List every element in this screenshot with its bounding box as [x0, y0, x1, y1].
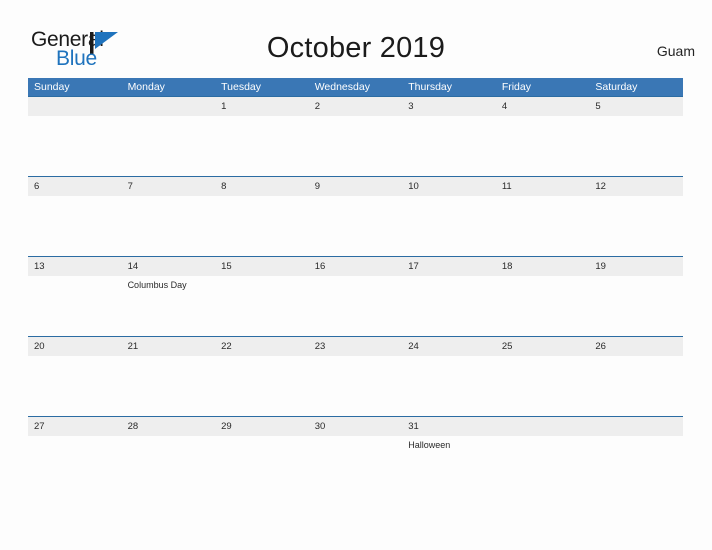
day-number[interactable]: 30 — [309, 417, 403, 436]
day-number[interactable]: 17 — [402, 257, 496, 276]
day-number[interactable]: 15 — [215, 257, 309, 276]
calendar-week-row: 6 7 8 9 10 11 12 — [28, 176, 683, 256]
weekday-saturday: Saturday — [595, 81, 638, 93]
day-number[interactable] — [589, 417, 683, 436]
day-number[interactable]: 24 — [402, 337, 496, 356]
day-number[interactable]: 7 — [122, 177, 216, 196]
weekday-header-row: Sunday Monday Tuesday Wednesday Thursday… — [28, 78, 683, 96]
day-number[interactable]: 28 — [122, 417, 216, 436]
day-number[interactable]: 2 — [309, 97, 403, 116]
week-daynumber-band: 20 21 22 23 24 25 26 — [28, 336, 683, 356]
day-cell[interactable]: Halloween — [402, 436, 496, 496]
day-event-label: Columbus Day — [127, 280, 187, 290]
weekday-wednesday: Wednesday — [314, 81, 370, 93]
day-cell[interactable] — [215, 276, 309, 336]
day-cell[interactable]: Columbus Day — [122, 276, 216, 336]
day-cell[interactable] — [122, 356, 216, 416]
day-number[interactable] — [28, 97, 122, 116]
day-cell[interactable] — [215, 116, 309, 176]
day-number[interactable]: 23 — [309, 337, 403, 356]
day-number[interactable]: 6 — [28, 177, 122, 196]
week-event-body — [28, 356, 683, 416]
day-number[interactable]: 31 — [402, 417, 496, 436]
day-cell[interactable] — [28, 276, 122, 336]
day-cell[interactable] — [28, 436, 122, 496]
day-cell[interactable] — [496, 196, 590, 256]
weekday-monday: Monday — [127, 81, 165, 93]
day-number[interactable] — [122, 97, 216, 116]
day-cell[interactable] — [122, 436, 216, 496]
day-number[interactable]: 20 — [28, 337, 122, 356]
day-cell[interactable] — [589, 276, 683, 336]
week-daynumber-band: 27 28 29 30 31 — [28, 416, 683, 436]
day-cell[interactable] — [402, 276, 496, 336]
day-cell[interactable] — [122, 196, 216, 256]
calendar-grid: Sunday Monday Tuesday Wednesday Thursday… — [28, 78, 683, 496]
day-cell[interactable] — [496, 356, 590, 416]
day-cell[interactable] — [402, 196, 496, 256]
day-number[interactable] — [496, 417, 590, 436]
day-number[interactable]: 13 — [28, 257, 122, 276]
weekday-tuesday: Tuesday — [221, 81, 262, 93]
day-number[interactable]: 14 — [122, 257, 216, 276]
day-cell[interactable] — [496, 276, 590, 336]
day-cell[interactable] — [309, 196, 403, 256]
day-number[interactable]: 8 — [215, 177, 309, 196]
day-cell[interactable] — [122, 116, 216, 176]
day-cell[interactable] — [215, 436, 309, 496]
day-cell[interactable] — [589, 436, 683, 496]
day-number[interactable]: 5 — [589, 97, 683, 116]
calendar-week-row: 27 28 29 30 31 Halloween — [28, 416, 683, 496]
day-cell[interactable] — [589, 196, 683, 256]
calendar-location: Guam — [656, 43, 695, 59]
page-header: General Blue October 2019 Guam — [0, 0, 712, 78]
day-cell[interactable] — [309, 436, 403, 496]
day-number[interactable]: 22 — [215, 337, 309, 356]
day-cell[interactable] — [309, 116, 403, 176]
day-cell[interactable] — [28, 116, 122, 176]
weekday-friday: Friday — [501, 81, 531, 93]
day-number[interactable]: 11 — [496, 177, 590, 196]
day-number[interactable]: 19 — [589, 257, 683, 276]
calendar-week-row: 20 21 22 23 24 25 26 — [28, 336, 683, 416]
week-daynumber-band: 1 2 3 4 5 — [28, 96, 683, 116]
day-event-label: Halloween — [408, 440, 451, 450]
day-number[interactable]: 27 — [28, 417, 122, 436]
calendar-week-row: 13 14 15 16 17 18 19 Columbus Day — [28, 256, 683, 336]
day-number[interactable]: 4 — [496, 97, 590, 116]
week-event-body — [28, 116, 683, 176]
day-cell[interactable] — [496, 436, 590, 496]
day-cell[interactable] — [215, 356, 309, 416]
day-number[interactable]: 16 — [309, 257, 403, 276]
calendar-week-row: 1 2 3 4 5 — [28, 96, 683, 176]
day-cell[interactable] — [28, 356, 122, 416]
day-number[interactable]: 26 — [589, 337, 683, 356]
day-cell[interactable] — [496, 116, 590, 176]
day-cell[interactable] — [309, 276, 403, 336]
day-number[interactable]: 9 — [309, 177, 403, 196]
day-number[interactable]: 18 — [496, 257, 590, 276]
day-number[interactable]: 10 — [402, 177, 496, 196]
day-cell[interactable] — [402, 116, 496, 176]
day-number[interactable]: 21 — [122, 337, 216, 356]
day-cell[interactable] — [28, 196, 122, 256]
day-cell[interactable] — [402, 356, 496, 416]
week-daynumber-band: 13 14 15 16 17 18 19 — [28, 256, 683, 276]
day-number[interactable]: 1 — [215, 97, 309, 116]
week-event-body: Halloween — [28, 436, 683, 496]
day-cell[interactable] — [589, 356, 683, 416]
weekday-sunday: Sunday — [34, 81, 70, 93]
day-number[interactable]: 3 — [402, 97, 496, 116]
day-cell[interactable] — [215, 196, 309, 256]
day-number[interactable]: 25 — [496, 337, 590, 356]
page-title: October 2019 — [266, 32, 446, 64]
day-cell[interactable] — [589, 116, 683, 176]
day-number[interactable]: 12 — [589, 177, 683, 196]
week-event-body — [28, 196, 683, 256]
week-event-body: Columbus Day — [28, 276, 683, 336]
day-cell[interactable] — [309, 356, 403, 416]
week-daynumber-band: 6 7 8 9 10 11 12 — [28, 176, 683, 196]
day-number[interactable]: 29 — [215, 417, 309, 436]
weekday-thursday: Thursday — [408, 81, 453, 93]
